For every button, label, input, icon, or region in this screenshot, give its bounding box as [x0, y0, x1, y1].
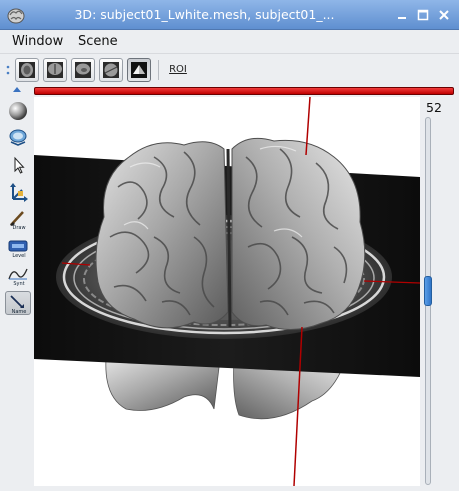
- tool-name[interactable]: Name: [5, 291, 31, 315]
- status-strip: [0, 486, 420, 491]
- 3d-view-button[interactable]: [127, 58, 151, 82]
- slice-slider-panel: 52: [420, 97, 459, 491]
- expand-arrow-icon[interactable]: [13, 87, 21, 93]
- roi-button[interactable]: ROI: [165, 61, 191, 79]
- 3d-rotate-icon: [9, 129, 27, 146]
- sagittal-view-icon: [75, 62, 91, 78]
- tool-draw-caption: Draw: [12, 225, 26, 231]
- coronal-view-icon: [47, 62, 63, 78]
- view-toolbar: ROI: [0, 56, 459, 86]
- coronal-view-button[interactable]: [43, 58, 67, 82]
- axial-view-button[interactable]: [15, 58, 39, 82]
- menu-scene[interactable]: Scene: [78, 34, 118, 49]
- tool-rotate[interactable]: [5, 124, 31, 148]
- slice-value: 52: [426, 100, 442, 115]
- title-bar[interactable]: 3D: subject01_Lwhite.mesh, subject01_...: [0, 0, 459, 30]
- axial-view-icon: [19, 62, 35, 78]
- menu-bar: Window Scene: [0, 30, 459, 54]
- pointer-icon: [14, 156, 25, 174]
- toolbar-handle-icon[interactable]: [5, 64, 11, 76]
- tool-level[interactable]: Level: [5, 235, 31, 259]
- tool-axes[interactable]: [5, 179, 31, 203]
- slice-slider-handle[interactable]: [424, 276, 432, 306]
- tool-palette: Draw Level Synt Name: [3, 96, 33, 318]
- tool-level-caption: Level: [12, 253, 26, 259]
- oblique-view-icon: [103, 62, 119, 78]
- tool-name-caption: Name: [11, 309, 27, 315]
- toolbar-separator: [158, 60, 159, 80]
- close-icon[interactable]: [436, 7, 452, 23]
- tool-pointer[interactable]: [5, 152, 31, 176]
- 3d-viewport[interactable]: [34, 97, 420, 486]
- maximize-icon[interactable]: [415, 7, 431, 23]
- oblique-view-button[interactable]: [99, 58, 123, 82]
- brain-render: [34, 97, 420, 486]
- tool-synthesis-caption: Synt: [13, 281, 25, 287]
- app-icon[interactable]: [5, 4, 27, 26]
- slice-indicator-bar: [34, 87, 454, 95]
- menu-window[interactable]: Window: [12, 34, 63, 49]
- axes-icon: [10, 183, 28, 202]
- tool-sphere[interactable]: [5, 98, 31, 122]
- sphere-icon: [9, 102, 27, 120]
- tool-draw[interactable]: Draw: [5, 207, 31, 231]
- tool-synthesis[interactable]: Synt: [5, 263, 31, 287]
- window-title: 3D: subject01_Lwhite.mesh, subject01_...: [74, 7, 335, 22]
- slice-slider[interactable]: [424, 117, 432, 485]
- 3d-view-icon: [131, 62, 147, 78]
- sagittal-view-button[interactable]: [71, 58, 95, 82]
- minimize-icon[interactable]: [394, 7, 410, 23]
